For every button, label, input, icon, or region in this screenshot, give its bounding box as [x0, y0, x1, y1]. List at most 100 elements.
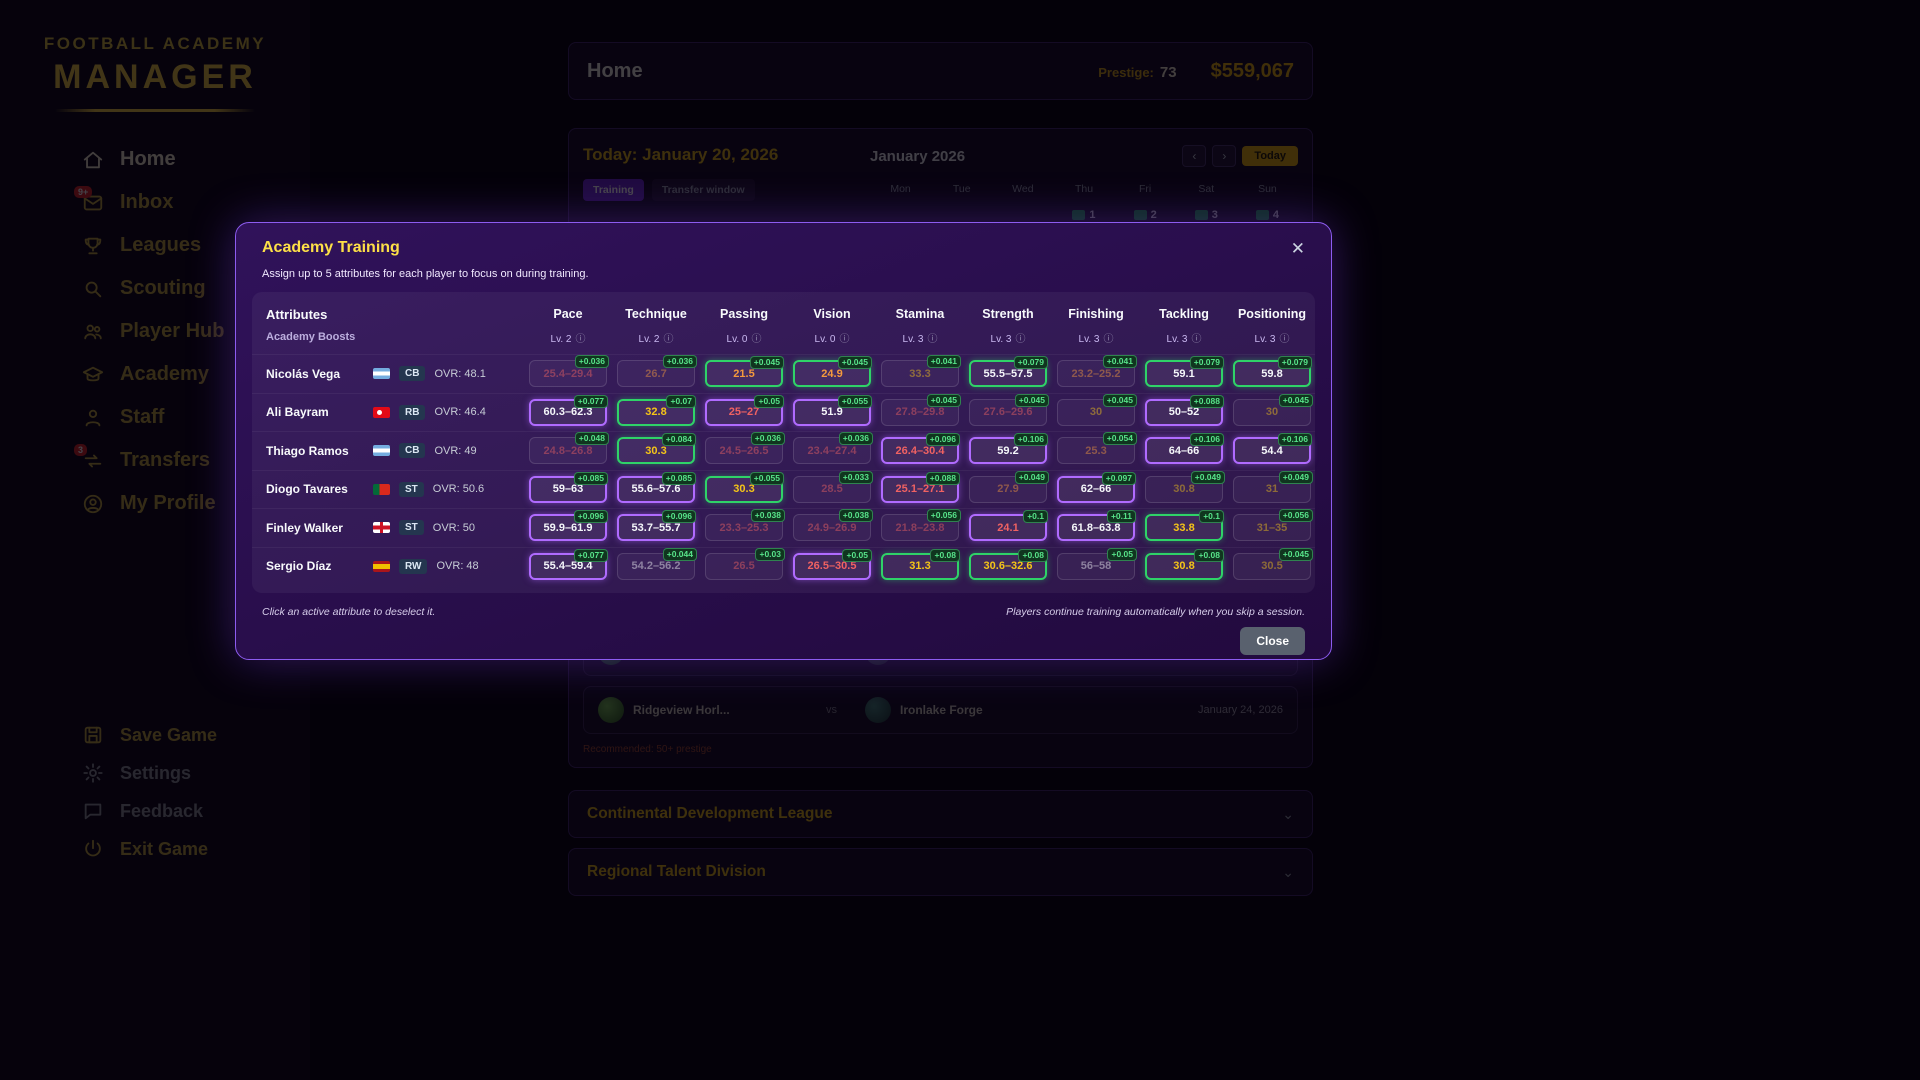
boost-level-value: Lv. 2 — [638, 333, 660, 345]
info-icon[interactable]: ⓘ — [751, 334, 761, 345]
attribute-cell-strength[interactable]: 27.6–29.6 +0.045 — [969, 393, 1049, 426]
academy-boosts-label: Academy Boosts — [266, 331, 356, 343]
attribute-cell-strength[interactable]: 55.5–57.5 +0.079 — [969, 356, 1048, 388]
gain-badge: +0.106 — [1189, 433, 1224, 447]
attribute-cell-pace[interactable]: 60.3–62.3 +0.077 — [529, 394, 608, 426]
modal-header: Academy Training ✕ — [252, 239, 1315, 257]
info-icon[interactable]: ⓘ — [1103, 334, 1113, 345]
attribute-cell-strength[interactable]: 24.1 +0.1 — [969, 510, 1048, 542]
attribute-cell-stamina[interactable]: 25.1–27.1 +0.088 — [881, 471, 960, 503]
attribute-cell-stamina[interactable]: 33.3 +0.041 — [881, 355, 961, 388]
info-icon[interactable]: ⓘ — [1015, 334, 1025, 345]
attribute-cell-vision[interactable]: 23.4–27.4 +0.036 — [793, 432, 873, 465]
attribute-cell-passing[interactable]: 30.3 +0.055 — [705, 471, 784, 503]
attribute-cell-technique[interactable]: 55.6–57.6 +0.085 — [617, 471, 696, 503]
attribute-cell-technique[interactable]: 32.8 +0.07 — [617, 394, 696, 426]
attribute-cell-finishing[interactable]: 62–66 +0.097 — [1057, 471, 1136, 503]
attribute-value: 24.8–26.8 — [543, 444, 593, 457]
attribute-cell-stamina[interactable]: 26.4–30.4 +0.096 — [881, 433, 960, 465]
player-name: Ali Bayram — [266, 405, 329, 420]
gain-badge: +0.036 — [838, 432, 873, 446]
attribute-cell-strength[interactable]: 30.6–32.6 +0.08 — [969, 548, 1048, 580]
modal-footer-actions: Close — [252, 627, 1315, 655]
attribute-cell-positioning[interactable]: 31–35 +0.056 — [1233, 509, 1313, 542]
attribute-cell-wrap: 30 +0.045 — [1052, 393, 1140, 426]
attribute-value: 30.8 — [1173, 483, 1195, 496]
attribute-cell-strength[interactable]: 27.9 +0.049 — [969, 470, 1049, 503]
attribute-cell-finishing[interactable]: 23.2–25.2 +0.041 — [1057, 355, 1137, 388]
attribute-cell-passing[interactable]: 21.5 +0.045 — [705, 356, 784, 388]
player-row-ali-bayram: Ali Bayram RB OVR: 46.4 60.3–62.3 +0.077 32.8… — [252, 392, 1315, 432]
attribute-cell-passing[interactable]: 24.5–26.5 +0.036 — [705, 432, 785, 465]
attribute-cell-tackling[interactable]: 30.8 +0.049 — [1145, 470, 1225, 503]
attribute-value: 31–35 — [1256, 521, 1288, 534]
info-icon[interactable]: ⓘ — [575, 334, 585, 345]
column-header-finishing: Finishing — [1068, 307, 1124, 321]
attribute-cell-pace[interactable]: 24.8–26.8 +0.048 — [529, 432, 609, 465]
attribute-cell-pace[interactable]: 59–63 +0.085 — [529, 471, 608, 503]
attribute-cell-positioning[interactable]: 30 +0.045 — [1233, 393, 1313, 426]
attribute-cell-finishing[interactable]: 30 +0.045 — [1057, 393, 1137, 426]
attribute-cell-wrap: 54.4 +0.106 — [1228, 433, 1316, 465]
attribute-cell-technique[interactable]: 26.7 +0.036 — [617, 355, 697, 388]
attribute-cell-passing[interactable]: 25–27 +0.05 — [705, 394, 784, 426]
player-overall: OVR: 48.1 — [434, 367, 486, 380]
attribute-cell-technique[interactable]: 54.2–56.2 +0.044 — [617, 547, 697, 580]
attribute-cell-wrap: 31–35 +0.056 — [1228, 509, 1316, 542]
gain-badge: +0.1 — [1023, 510, 1048, 524]
attribute-cell-passing[interactable]: 26.5 +0.03 — [705, 547, 785, 580]
info-icon[interactable]: ⓘ — [1191, 334, 1201, 345]
attribute-value: 21.8–23.8 — [895, 521, 945, 534]
boost-level-vision: Lv. 0 ⓘ — [788, 330, 876, 345]
attribute-cell-tackling[interactable]: 59.1 +0.079 — [1145, 356, 1224, 388]
attribute-cell-pace[interactable]: 55.4–59.4 +0.077 — [529, 548, 608, 580]
attribute-cell-tackling[interactable]: 30.8 +0.08 — [1145, 548, 1224, 580]
close-icon[interactable]: ✕ — [1291, 240, 1305, 257]
attribute-cell-finishing[interactable]: 25.3 +0.054 — [1057, 432, 1137, 465]
attribute-cell-finishing[interactable]: 61.8–63.8 +0.11 — [1057, 510, 1136, 542]
attribute-cell-strength[interactable]: 59.2 +0.106 — [969, 433, 1048, 465]
attribute-cell-vision[interactable]: 28.5 +0.033 — [793, 470, 873, 503]
info-icon[interactable]: ⓘ — [1279, 334, 1289, 345]
attribute-cell-positioning[interactable]: 30.5 +0.045 — [1233, 547, 1313, 580]
attribute-cell-stamina[interactable]: 21.8–23.8 +0.056 — [881, 509, 961, 542]
attribute-cell-vision[interactable]: 24.9 +0.045 — [793, 356, 872, 388]
flag-es-icon — [373, 560, 390, 572]
attribute-cell-technique[interactable]: 30.3 +0.084 — [617, 433, 696, 465]
info-icon[interactable]: ⓘ — [663, 334, 673, 345]
attribute-cell-technique[interactable]: 53.7–55.7 +0.096 — [617, 510, 696, 542]
attribute-value: 54.4 — [1261, 444, 1283, 457]
attribute-value: 21.5 — [733, 367, 755, 380]
attribute-cell-stamina[interactable]: 31.3 +0.08 — [881, 548, 960, 580]
attribute-cell-passing[interactable]: 23.3–25.3 +0.038 — [705, 509, 785, 542]
close-button[interactable]: Close — [1240, 627, 1305, 655]
attribute-cell-vision[interactable]: 51.9 +0.055 — [793, 394, 872, 426]
attribute-cell-vision[interactable]: 24.9–26.9 +0.038 — [793, 509, 873, 542]
info-icon[interactable]: ⓘ — [927, 334, 937, 345]
attribute-cell-finishing[interactable]: 56–58 +0.05 — [1057, 547, 1137, 580]
attribute-cell-positioning[interactable]: 54.4 +0.106 — [1233, 433, 1312, 465]
gain-badge: +0.045 — [1102, 393, 1137, 407]
attribute-cell-wrap: 33.3 +0.041 — [876, 355, 964, 388]
gain-badge: +0.085 — [573, 471, 608, 485]
attribute-cell-wrap: 26.5–30.5 +0.05 — [788, 548, 876, 580]
attribute-cell-stamina[interactable]: 27.8–29.8 +0.045 — [881, 393, 961, 426]
player-overall: OVR: 49 — [434, 444, 477, 457]
gain-badge: +0.049 — [1190, 470, 1225, 484]
player-rows: Nicolás Vega CB OVR: 48.1 25.4–29.4 +0.036 26… — [252, 354, 1315, 585]
column-header-vision: Vision — [813, 307, 851, 321]
attribute-value: 59.8 — [1261, 367, 1283, 380]
gain-badge: +0.097 — [1101, 471, 1136, 485]
attribute-cell-tackling[interactable]: 64–66 +0.106 — [1145, 433, 1224, 465]
attribute-cell-vision[interactable]: 26.5–30.5 +0.05 — [793, 548, 872, 580]
attribute-cell-positioning[interactable]: 31 +0.049 — [1233, 470, 1313, 503]
attribute-cell-positioning[interactable]: 59.8 +0.079 — [1233, 356, 1312, 388]
attribute-cell-pace[interactable]: 25.4–29.4 +0.036 — [529, 355, 609, 388]
attribute-cell-pace[interactable]: 59.9–61.9 +0.096 — [529, 510, 608, 542]
attribute-cell-wrap: 30.5 +0.045 — [1228, 547, 1316, 580]
gain-badge: +0.1 — [1199, 510, 1224, 524]
attribute-cell-tackling[interactable]: 33.8 +0.1 — [1145, 510, 1224, 542]
attribute-cell-tackling[interactable]: 50–52 +0.088 — [1145, 394, 1224, 426]
info-icon[interactable]: ⓘ — [839, 334, 849, 345]
attribute-cell-wrap: 56–58 +0.05 — [1052, 547, 1140, 580]
